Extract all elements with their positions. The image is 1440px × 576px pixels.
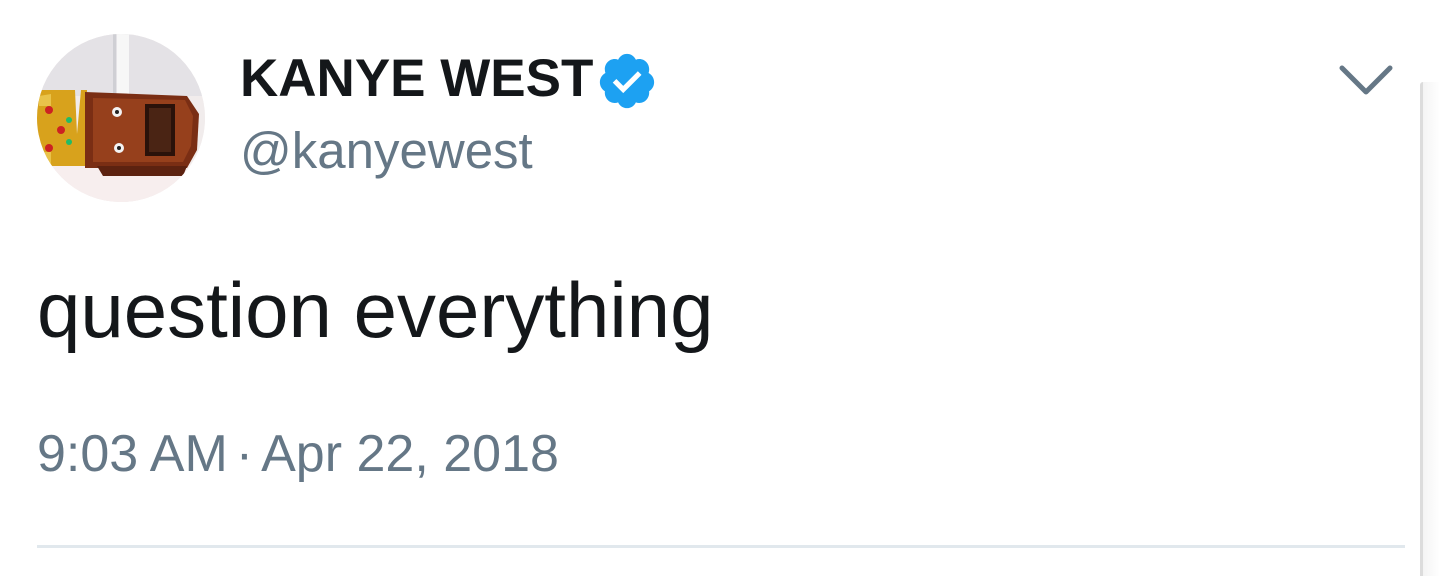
avatar[interactable] (37, 34, 205, 202)
user-handle[interactable]: @kanyewest (240, 118, 533, 184)
tweet-card: KANYE WEST @kanyewest question everythin… (0, 0, 1440, 576)
tweet-timestamp[interactable]: 9:03 AM · Apr 22, 2018 (37, 420, 559, 488)
timestamp-separator: · (235, 425, 254, 483)
adjacent-card-shadow (1423, 82, 1440, 576)
tweet-time: 9:03 AM (37, 425, 228, 483)
divider (37, 545, 1405, 548)
tweet-text: question everything (37, 266, 714, 354)
display-name[interactable]: KANYE WEST (240, 44, 593, 114)
chevron-down-icon[interactable] (1336, 56, 1396, 106)
verified-badge-icon (599, 53, 655, 109)
avatar-image (37, 34, 205, 202)
adjacent-card-edge (1420, 82, 1423, 576)
tweet-date: Apr 22, 2018 (261, 425, 559, 483)
